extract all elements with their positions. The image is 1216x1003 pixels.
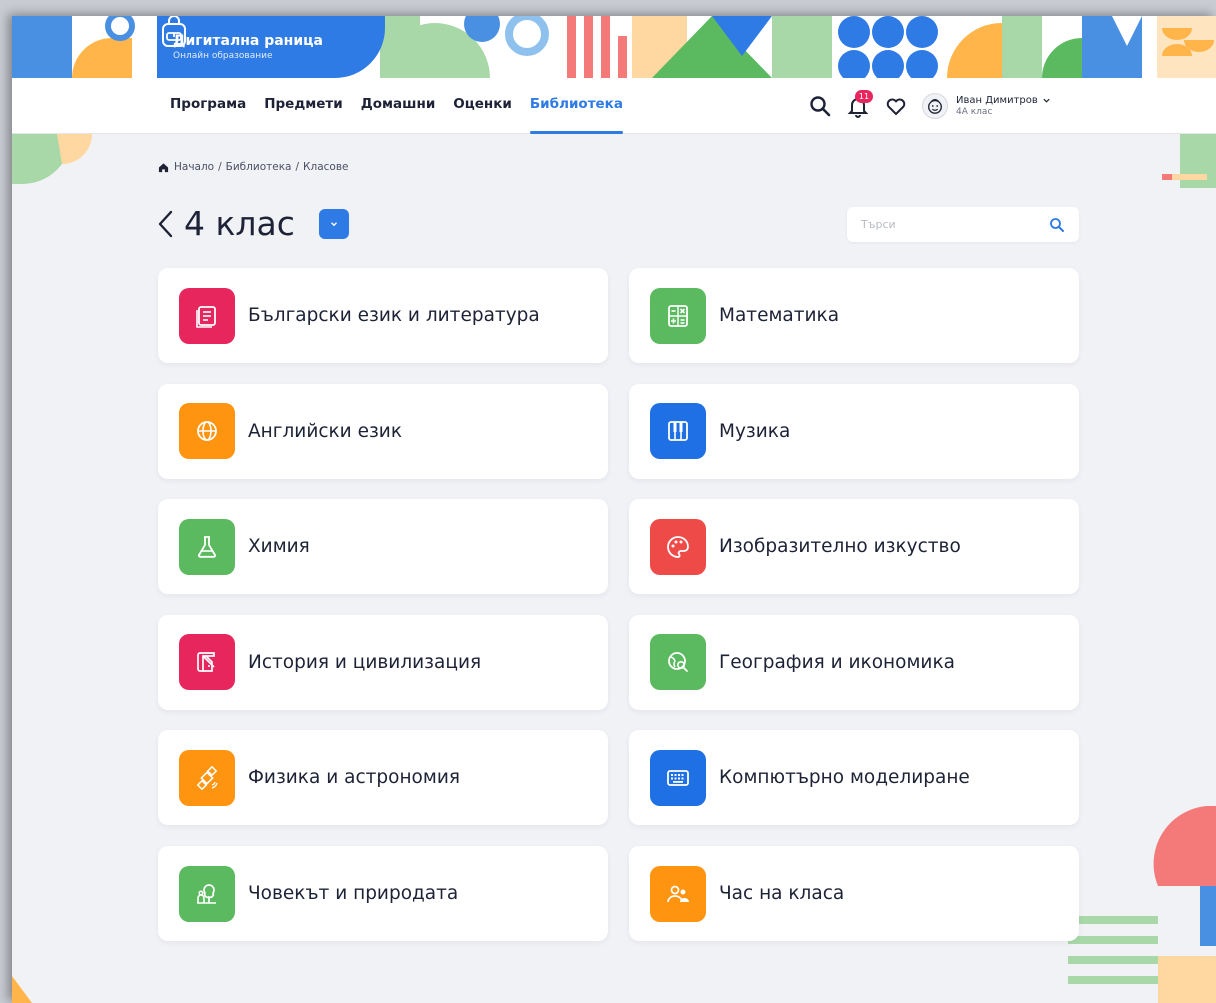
search-field: [847, 207, 1079, 242]
subject-card-7[interactable]: История и цивилизация: [158, 614, 608, 710]
backpack-icon: [162, 16, 186, 47]
subject-icon-tile: [650, 287, 706, 344]
brand-title: Дигитална раница: [173, 32, 323, 49]
globe-search-icon: [668, 652, 688, 673]
nav-link-schedule[interactable]: Програма: [170, 78, 246, 134]
subject-card-3[interactable]: Английски език: [158, 383, 608, 479]
subject-icon-tile: [179, 865, 235, 922]
subject-card-6[interactable]: Изобразително изкуство: [629, 499, 1079, 595]
search-button[interactable]: [808, 94, 832, 118]
subject-label: Химия: [248, 536, 310, 558]
chevron-down-icon: [330, 221, 337, 226]
notifications-button[interactable]: 11: [846, 90, 873, 118]
subject-label: Английски език: [248, 420, 403, 442]
notification-badge: 11: [855, 90, 873, 103]
brand-logo[interactable]: Дигитална раница Онлайн образование: [157, 16, 385, 78]
subject-label: Български език и литература: [248, 305, 540, 326]
breadcrumb: Начало / Библиотека / Класове: [158, 161, 348, 173]
subject-icon-tile: [179, 749, 235, 806]
favorites-button[interactable]: [884, 94, 908, 118]
subject-icon-tile: [650, 634, 706, 691]
nav-link-subjects[interactable]: Предмети: [264, 78, 343, 134]
search-icon[interactable]: [1049, 217, 1065, 233]
subject-icon-tile: [179, 518, 235, 575]
subject-icon-tile: [650, 518, 706, 575]
flask-icon: [197, 535, 217, 558]
subject-label: Час на класа: [719, 883, 845, 904]
subject-card-11[interactable]: Човекът и природата: [158, 846, 608, 941]
subject-icon-tile: [179, 287, 235, 344]
nav-tools: 11 Иван Димитров 4А клас: [808, 88, 1051, 124]
user-class: 4А клас: [956, 106, 993, 117]
brand-subtitle: Онлайн образование: [173, 50, 273, 61]
subject-icon-tile: [650, 865, 706, 922]
nav-link-grades[interactable]: Оценки: [453, 78, 512, 134]
subject-label: География и икономика: [719, 651, 955, 673]
right-bottom-decoration: [1068, 806, 1216, 1003]
breadcrumb-item-home[interactable]: Начало: [174, 161, 214, 173]
subject-card-4[interactable]: Музика: [629, 383, 1079, 479]
subject-icon-tile: [650, 749, 706, 806]
nature-icon: [197, 883, 216, 904]
palette-icon: [667, 535, 689, 558]
subject-label: Изобразително изкуство: [719, 536, 961, 558]
home-icon: [158, 162, 169, 172]
subject-card-2[interactable]: Математика: [629, 268, 1079, 363]
subject-label: Компютърно моделиране: [719, 767, 970, 789]
nav-links: Програма Предмети Домашни Оценки Библиот…: [170, 78, 641, 134]
header-banner: Дигитална раница Онлайн образование: [12, 16, 1216, 78]
back-arrow-icon[interactable]: [154, 206, 176, 242]
user-name: Иван Димитров: [956, 94, 1038, 106]
chevron-down-icon: [1043, 98, 1050, 103]
globe-icon: [197, 421, 217, 441]
satellite-icon: [196, 765, 218, 791]
top-navigation: Програма Предмети Домашни Оценки Библиот…: [12, 78, 1216, 134]
subject-label: Музика: [719, 420, 791, 442]
class-dropdown-button[interactable]: [318, 208, 349, 239]
subject-card-8[interactable]: География и икономика: [629, 614, 1079, 710]
nav-link-library[interactable]: Библиотека: [529, 78, 624, 134]
subject-card-10[interactable]: Компютърно моделиране: [629, 730, 1079, 826]
subject-card-1[interactable]: Български език и литература: [158, 268, 608, 363]
subject-label: Физика и астрономия: [248, 767, 460, 789]
page-title: 4 клас: [184, 204, 295, 243]
avatar[interactable]: [922, 93, 948, 119]
search-input[interactable]: [847, 207, 1027, 242]
corner-decoration: [12, 134, 92, 184]
subject-label: История и цивилизация: [248, 651, 482, 673]
face-icon: [928, 99, 942, 114]
page-heading: 4 клас: [154, 204, 349, 243]
subject-card-12[interactable]: Час на класа: [629, 846, 1079, 941]
subject-icon-tile: [650, 403, 706, 460]
search-icon: [810, 96, 831, 117]
breadcrumb-item-library[interactable]: Библиотека: [226, 161, 292, 173]
people-icon: [667, 885, 689, 902]
right-top-decoration: [1162, 134, 1216, 188]
subject-icon-tile: [179, 634, 235, 691]
scroll-icon: [197, 652, 215, 673]
book-icon: [196, 305, 216, 328]
subject-label: Човекът и природата: [248, 883, 459, 904]
nav-link-homework[interactable]: Домашни: [361, 78, 436, 134]
subject-card-5[interactable]: Химия: [158, 499, 608, 595]
subject-icon-tile: [179, 403, 235, 460]
left-bottom-decoration: [12, 976, 32, 1003]
app-window: Дигитална раница Онлайн образование Прог…: [12, 16, 1216, 1003]
subject-label: Математика: [719, 305, 840, 326]
piano-icon: [668, 421, 688, 441]
user-menu[interactable]: Иван Димитров 4А клас: [956, 95, 1051, 118]
keyboard-icon: [667, 769, 689, 786]
heart-icon: [886, 98, 906, 115]
breadcrumb-item-classes: Класове: [303, 161, 349, 173]
calculator-icon: [668, 304, 688, 327]
subject-card-9[interactable]: Физика и астрономия: [158, 730, 608, 826]
